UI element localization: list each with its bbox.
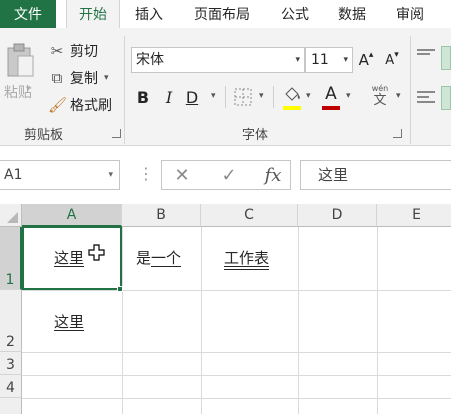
row-header-5[interactable] xyxy=(0,398,22,414)
tab-formulas[interactable]: 公式 xyxy=(270,0,320,28)
cut-button[interactable]: ✂ 剪切 xyxy=(48,40,98,62)
tab-home[interactable]: 开始 xyxy=(66,0,120,28)
cut-label: 剪切 xyxy=(70,44,98,60)
divider xyxy=(225,86,226,108)
tab-insert[interactable]: 插入 xyxy=(124,0,174,28)
center-align-toggle[interactable] xyxy=(441,86,451,110)
insert-function-button[interactable]: fx xyxy=(261,160,285,190)
enter-icon[interactable]: ✓ xyxy=(216,160,242,190)
divider xyxy=(273,86,274,108)
font-name-select[interactable]: 宋体 ▾ xyxy=(131,47,305,73)
column-header-b[interactable]: B xyxy=(122,204,201,227)
font-color-dropdown-icon[interactable]: ▾ xyxy=(346,91,351,101)
bold-button[interactable]: B xyxy=(134,85,152,109)
clipboard-group-label: 剪贴板 xyxy=(24,128,64,143)
group-divider xyxy=(124,36,125,144)
name-box-value: A1 xyxy=(4,167,23,183)
column-header-e[interactable]: E xyxy=(377,204,451,227)
copy-button[interactable]: ⧉ 复制 ▾ xyxy=(48,67,109,89)
chevron-down-icon[interactable]: ▾ xyxy=(295,48,300,72)
phonetic-pinyin: wén xyxy=(371,84,389,93)
chevron-down-icon[interactable]: ▾ xyxy=(108,161,113,189)
column-header-c[interactable]: C xyxy=(201,204,298,227)
copy-label: 复制 xyxy=(70,71,98,87)
paste-icon[interactable] xyxy=(5,42,35,78)
tab-page-layout[interactable]: 页面布局 xyxy=(180,0,264,28)
gridline xyxy=(22,352,451,353)
borders-icon[interactable] xyxy=(233,87,253,107)
font-dialog-launcher-icon[interactable] xyxy=(393,129,402,138)
align-left-toggle[interactable] xyxy=(441,46,451,70)
phonetic-dropdown-icon[interactable]: ▾ xyxy=(396,91,401,101)
down-arrow-icon: ▾ xyxy=(394,50,399,60)
gridline xyxy=(377,227,378,414)
row-header-4[interactable]: 4 xyxy=(0,375,22,398)
tab-review[interactable]: 审阅 xyxy=(385,0,435,28)
copy-dropdown-icon[interactable]: ▾ xyxy=(104,73,109,83)
font-color-swatch xyxy=(322,106,340,110)
gridline xyxy=(298,227,299,414)
chevron-down-icon[interactable]: ▾ xyxy=(343,48,348,72)
column-header-d[interactable]: D xyxy=(298,204,377,227)
italic-button[interactable]: I xyxy=(160,85,178,109)
paint-bucket-icon xyxy=(285,87,300,101)
phonetic-char: 文 xyxy=(373,93,387,108)
active-cell-border xyxy=(22,226,122,290)
font-color-glyph: A xyxy=(325,84,337,104)
cell-a2-text: 这里 xyxy=(54,313,85,331)
cell-b1-plain: 是 xyxy=(136,249,152,267)
select-all-button[interactable] xyxy=(0,204,22,227)
gridline xyxy=(22,398,451,399)
borders-dropdown-icon[interactable]: ▾ xyxy=(259,91,264,101)
cell-select-cursor-icon xyxy=(88,244,105,261)
group-divider xyxy=(410,36,411,144)
shrink-font-icon: A xyxy=(385,52,395,68)
underline-dropdown-icon[interactable]: ▾ xyxy=(211,91,216,101)
tab-data[interactable]: 数据 xyxy=(327,0,377,28)
fill-handle[interactable] xyxy=(117,286,123,292)
cell-b1-underlined: 一个 xyxy=(151,249,182,267)
font-size-select[interactable]: 11 ▾ xyxy=(305,47,353,73)
cancel-icon[interactable]: ✕ xyxy=(169,160,195,190)
font-name-value: 宋体 xyxy=(136,52,164,68)
row-header-1[interactable]: 1 xyxy=(0,227,22,290)
font-color-button[interactable]: A xyxy=(320,84,342,110)
cell-c1-text: 工作表 xyxy=(224,249,270,267)
fill-color-button[interactable] xyxy=(281,84,303,110)
formula-input[interactable]: 这里 xyxy=(300,160,451,190)
align-left-icon[interactable] xyxy=(416,89,436,105)
phonetic-guide-button[interactable]: wén 文 xyxy=(367,84,393,110)
decrease-font-size-button[interactable]: A ▾ xyxy=(382,48,402,72)
gridline xyxy=(22,375,451,376)
paintbrush-icon: 🖌 xyxy=(48,96,68,114)
increase-font-size-button[interactable]: A ▴ xyxy=(356,48,376,72)
cell-b1-text: 是一个 xyxy=(136,247,181,268)
up-arrow-icon: ▴ xyxy=(368,50,374,60)
clipboard-dialog-launcher-icon[interactable] xyxy=(112,129,121,138)
fill-color-dropdown-icon[interactable]: ▾ xyxy=(306,91,311,101)
copy-icon: ⧉ xyxy=(51,69,63,87)
name-box[interactable]: A1 ▾ xyxy=(0,160,120,190)
fill-color-swatch xyxy=(283,106,301,110)
column-header-a[interactable]: A xyxy=(22,204,122,227)
tab-file[interactable]: 文件 xyxy=(0,0,56,28)
format-painter-button[interactable]: 🖌 格式刷 xyxy=(48,94,112,116)
format-painter-label: 格式刷 xyxy=(70,98,112,114)
row-header-3[interactable]: 3 xyxy=(0,352,22,375)
underline-button[interactable]: D xyxy=(184,85,200,109)
scissors-icon: ✂ xyxy=(50,42,64,60)
grow-font-icon: A xyxy=(358,51,369,69)
row-header-2[interactable]: 2 xyxy=(0,290,22,352)
font-group-label: 字体 xyxy=(242,128,269,143)
vertical-dots-icon[interactable]: ⋮ xyxy=(138,164,154,184)
paste-dropdown-icon[interactable]: ▾ xyxy=(26,84,31,94)
font-size-value: 11 xyxy=(311,52,329,68)
align-top-icon[interactable] xyxy=(416,48,436,64)
